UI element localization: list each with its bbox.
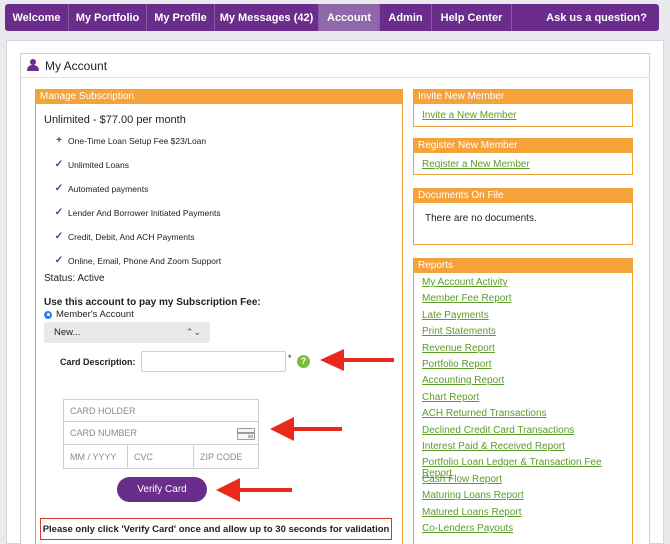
report-link[interactable]: ACH Returned Transactions: [422, 408, 547, 419]
report-link[interactable]: Chart Report: [422, 392, 479, 403]
nav-my-messages[interactable]: My Messages (42): [215, 4, 319, 31]
report-link[interactable]: Co-Lenders Payouts: [422, 523, 513, 534]
invite-member-title: Invite New Member: [414, 90, 632, 104]
feature-text: Online, Email, Phone And Zoom Support: [68, 255, 222, 266]
nav-my-profile[interactable]: My Profile: [147, 4, 215, 31]
help-icon[interactable]: ?: [297, 355, 310, 368]
plus-icon: +: [56, 135, 62, 146]
feature-item: ✓ Online, Email, Phone And Zoom Support: [54, 255, 221, 266]
register-member-link[interactable]: Register a New Member: [422, 159, 530, 170]
card-description-label: Card Description:: [60, 357, 136, 367]
card-description-input[interactable]: [141, 351, 286, 372]
invite-member-panel: Invite New Member Invite a New Member: [413, 89, 633, 127]
report-link[interactable]: Revenue Report: [422, 343, 495, 354]
payment-method-select[interactable]: New... ⌃⌄: [44, 322, 210, 343]
check-icon: ✓: [54, 159, 64, 170]
subscription-status: Status: Active: [44, 273, 105, 284]
required-indicator: *: [288, 353, 292, 363]
report-link[interactable]: Cash Flow Report: [422, 474, 502, 485]
manage-subscription-title: Manage Subscription: [36, 90, 402, 104]
register-member-panel: Register New Member Register a New Membe…: [413, 138, 633, 175]
reports-panel: Reports My Account Activity Member Fee R…: [413, 258, 633, 544]
check-icon: ✓: [54, 207, 64, 218]
radio-selected-icon[interactable]: [44, 310, 52, 319]
verify-card-button[interactable]: Verify Card: [117, 477, 207, 502]
feature-item: + One-Time Loan Setup Fee $23/Loan: [54, 135, 206, 146]
report-link[interactable]: Portfolio Report: [422, 359, 491, 370]
invite-member-link[interactable]: Invite a New Member: [422, 110, 516, 121]
reports-title: Reports: [414, 259, 632, 273]
report-link[interactable]: Declined Credit Card Transactions: [422, 425, 574, 436]
member-account-radio[interactable]: Member's Account: [44, 309, 134, 320]
documents-panel: Documents On File There are no documents…: [413, 188, 633, 245]
card-number-field[interactable]: CARD NUMBER: [64, 422, 258, 445]
feature-item: ✓ Automated payments: [54, 183, 149, 194]
cvc-field[interactable]: CVC: [128, 445, 194, 468]
top-nav: Welcome My Portfolio My Profile My Messa…: [5, 4, 659, 31]
chevron-updown-icon: ⌃⌄: [185, 327, 201, 337]
check-icon: ✓: [54, 255, 64, 266]
credit-card-icon: [237, 428, 255, 440]
report-link[interactable]: Accounting Report: [422, 375, 504, 386]
red-arrow-icon: [320, 349, 394, 371]
expiry-field[interactable]: MM / YYYY: [64, 445, 128, 468]
report-link[interactable]: Member Fee Report: [422, 293, 511, 304]
feature-text: One-Time Loan Setup Fee $23/Loan: [68, 135, 207, 146]
select-value: New...: [54, 327, 81, 338]
page-container: My Account Manage Subscription Unlimited…: [6, 40, 664, 544]
check-icon: ✓: [54, 183, 64, 194]
radio-label: Member's Account: [56, 309, 134, 320]
verify-notice: Please only click 'Verify Card' once and…: [40, 518, 392, 540]
feature-text: Credit, Debit, And ACH Payments: [68, 231, 195, 242]
report-link[interactable]: Print Statements: [422, 326, 496, 337]
report-link[interactable]: Matured Loans Report: [422, 507, 522, 518]
documents-title: Documents On File: [414, 189, 632, 203]
report-link[interactable]: Late Payments: [422, 310, 489, 321]
card-entry-box: CARD HOLDER CARD NUMBER MM / YYYY CVC ZI…: [63, 399, 259, 469]
user-icon: [27, 59, 39, 72]
report-link[interactable]: Maturing Loans Report: [422, 490, 524, 501]
nav-account[interactable]: Account: [319, 4, 380, 31]
nav-ask-question[interactable]: Ask us a question?: [546, 4, 659, 31]
nav-my-portfolio[interactable]: My Portfolio: [69, 4, 147, 31]
report-link[interactable]: Interest Paid & Received Report: [422, 441, 565, 452]
feature-text: Automated payments: [68, 183, 149, 194]
feature-text: Lender And Borrower Initiated Payments: [68, 207, 221, 218]
check-icon: ✓: [54, 231, 64, 242]
feature-item: ✓ Credit, Debit, And ACH Payments: [54, 231, 195, 242]
page-title: My Account: [45, 58, 108, 73]
nav-help-center[interactable]: Help Center: [432, 4, 512, 31]
manage-subscription-panel: Manage Subscription Unlimited - $77.00 p…: [35, 89, 403, 544]
nav-admin[interactable]: Admin: [380, 4, 432, 31]
report-link[interactable]: My Account Activity: [422, 277, 508, 288]
feature-item: ✓ Unlimited Loans: [54, 159, 129, 170]
plan-title: Unlimited - $77.00 per month: [44, 114, 186, 126]
zip-code-field[interactable]: ZIP CODE: [194, 445, 258, 468]
nav-welcome[interactable]: Welcome: [5, 4, 69, 31]
red-arrow-icon: [270, 417, 342, 441]
red-arrow-icon: [216, 478, 292, 502]
register-member-title: Register New Member: [414, 139, 632, 153]
documents-empty-text: There are no documents.: [425, 213, 537, 224]
my-account-card: My Account Manage Subscription Unlimited…: [20, 53, 650, 544]
card-holder-field[interactable]: CARD HOLDER: [64, 400, 258, 422]
my-account-header: My Account: [21, 54, 649, 78]
feature-text: Unlimited Loans: [68, 159, 129, 170]
pay-fee-title: Use this account to pay my Subscription …: [44, 297, 261, 308]
feature-item: ✓ Lender And Borrower Initiated Payments: [54, 207, 221, 218]
